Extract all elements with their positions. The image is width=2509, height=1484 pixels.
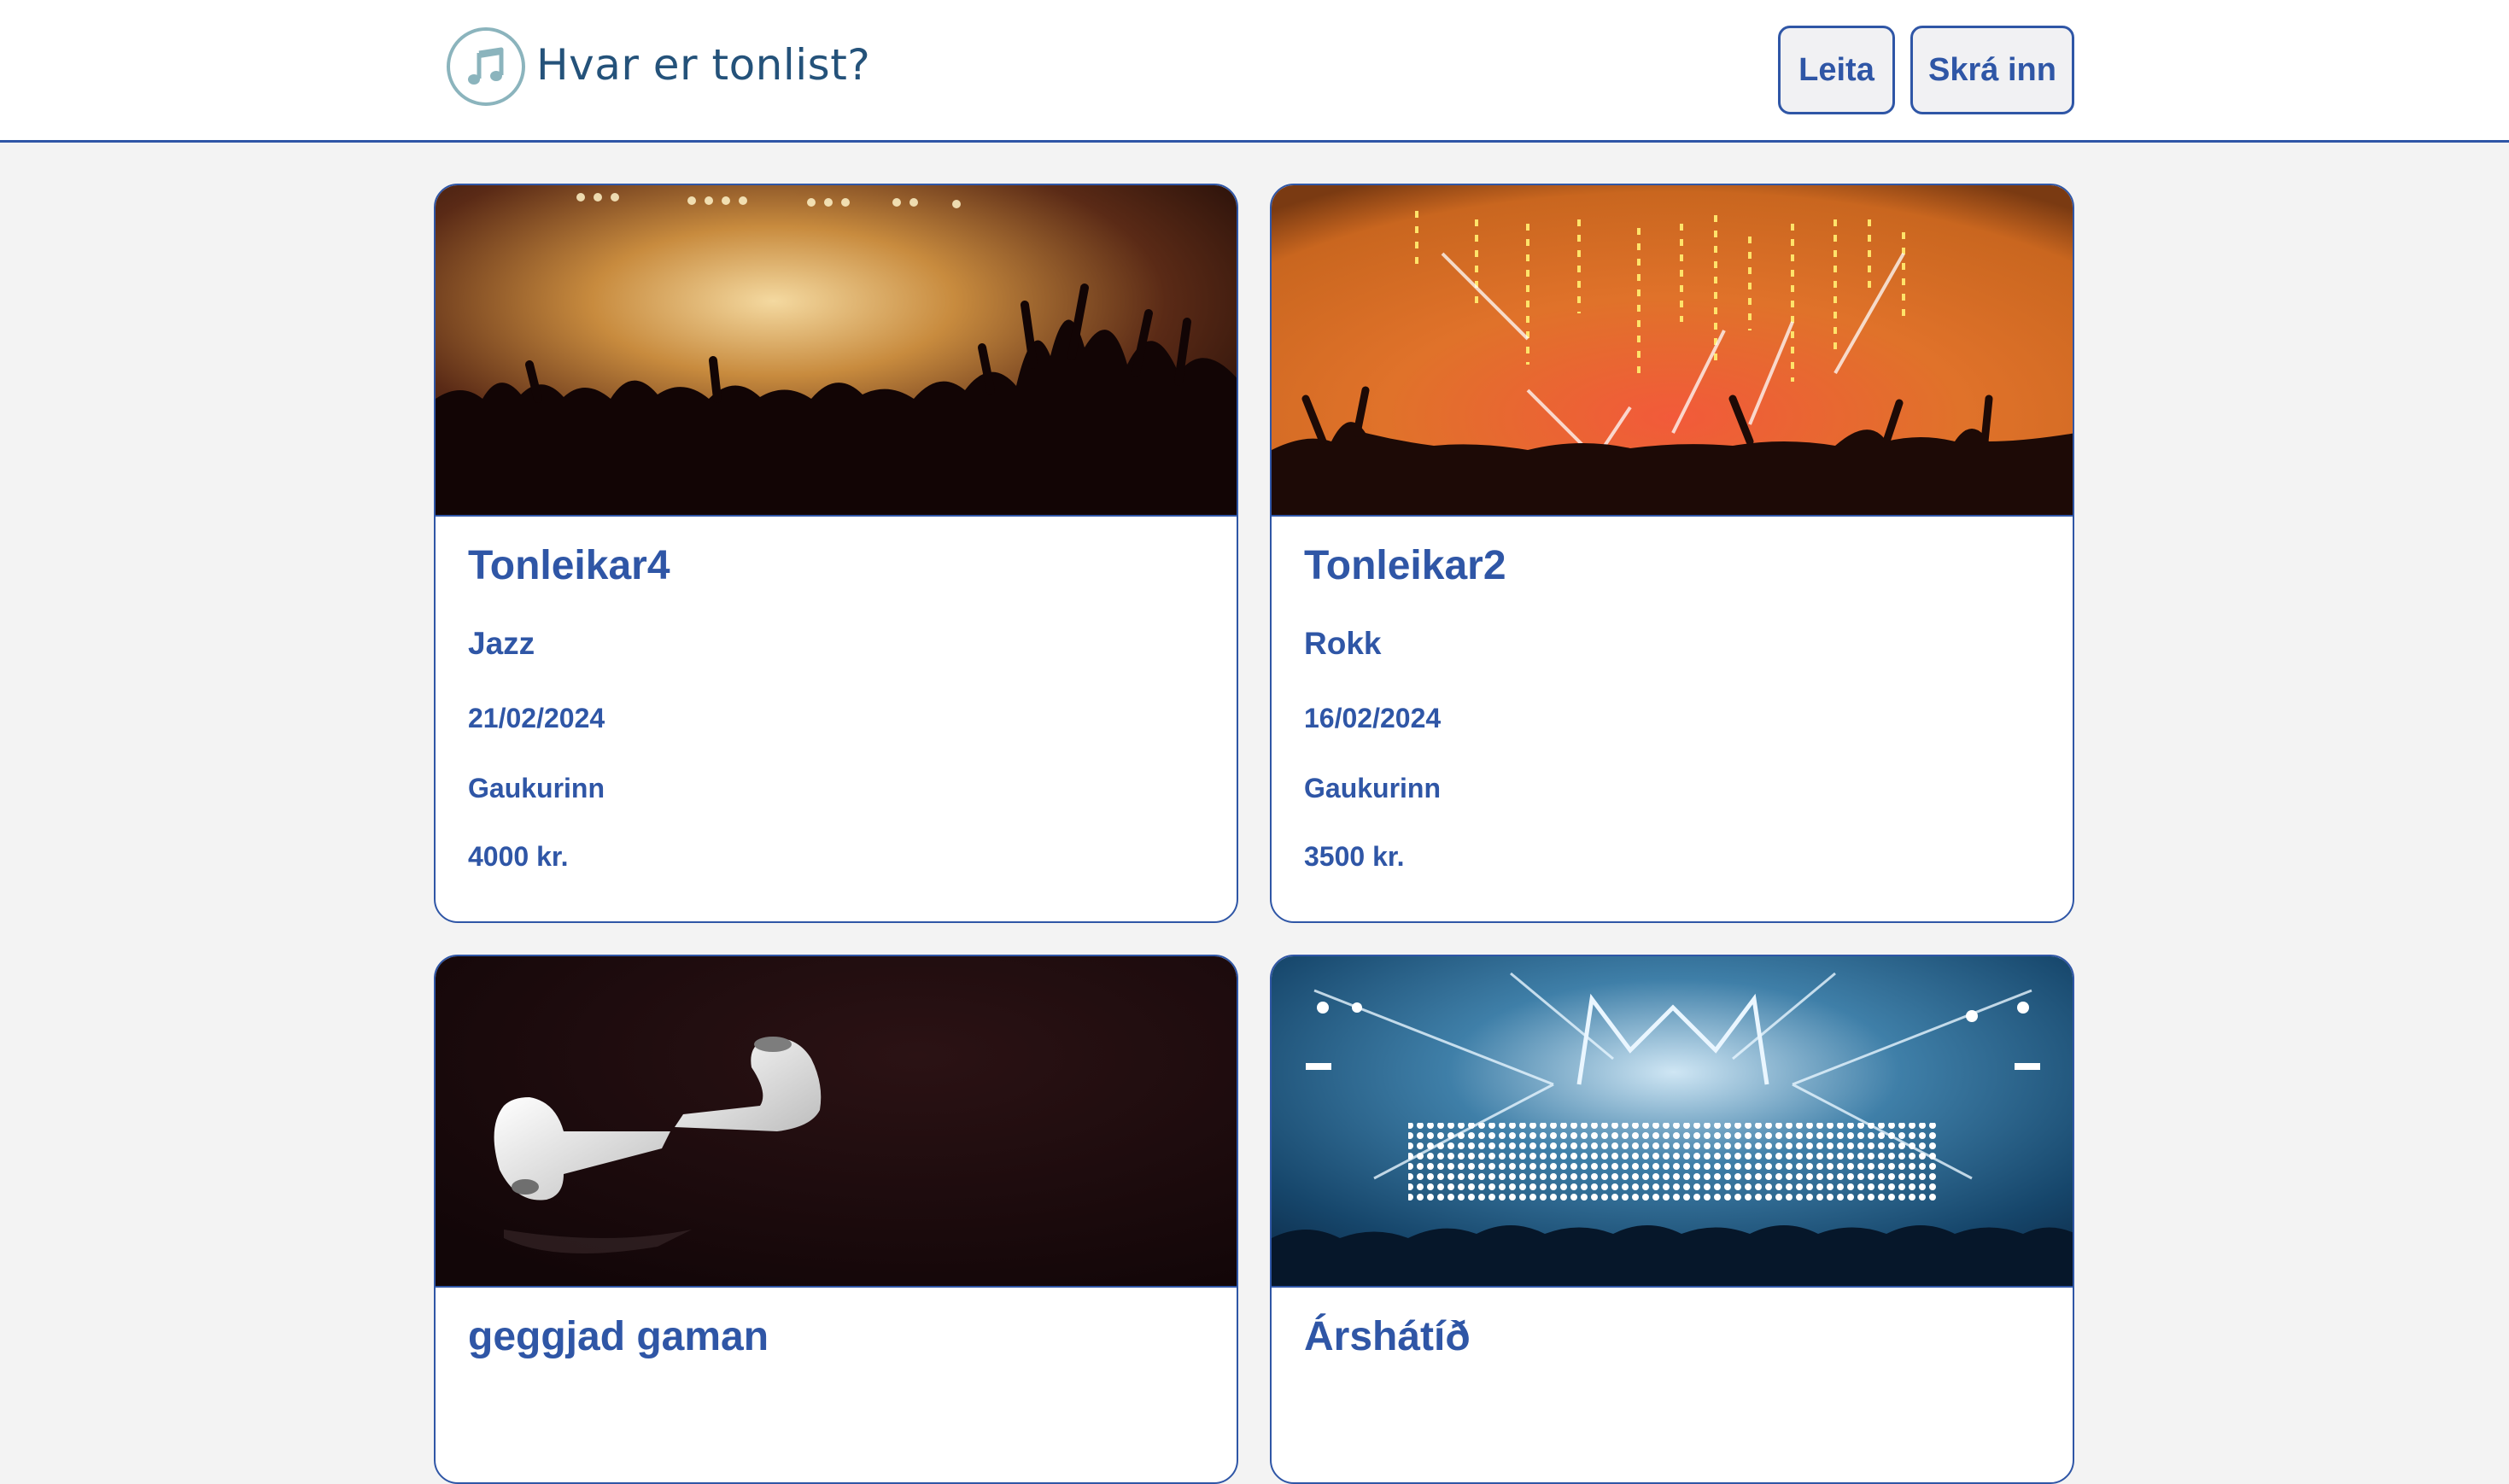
event-image [436,185,1237,517]
search-button[interactable]: Leita [1778,26,1895,114]
event-card[interactable]: Tonleikar4 Jazz 21/02/2024 Gaukurinn 400… [434,184,1238,923]
event-title[interactable]: geggjad gaman [468,1313,769,1360]
event-card[interactable]: Árshátíð [1270,955,2074,1484]
event-title[interactable]: Tonleikar4 [468,542,670,589]
site-title[interactable]: Hvar er tonlist? [536,34,870,96]
event-title[interactable]: Tonleikar2 [1304,542,1506,589]
event-card[interactable]: Tonleikar2 Rokk 16/02/2024 Gaukurinn 350… [1270,184,2074,923]
event-genre: Jazz [468,626,535,661]
event-price: 4000 kr. [468,841,569,872]
music-note-icon[interactable] [447,27,525,106]
event-image [436,956,1237,1288]
event-venue: Gaukurinn [468,773,605,803]
event-venue: Gaukurinn [1304,773,1442,803]
event-genre: Rokk [1304,626,1382,661]
event-image [1272,185,2073,517]
event-price: 3500 kr. [1304,841,1405,872]
login-button[interactable]: Skrá inn [1910,26,2074,114]
event-date: 16/02/2024 [1304,703,1442,733]
event-image [1272,956,2073,1288]
event-card[interactable]: geggjad gaman [434,955,1238,1484]
site-header: Hvar er tonlist? Leita Skrá inn [0,0,2509,143]
event-date: 21/02/2024 [468,703,605,733]
event-title[interactable]: Árshátíð [1304,1313,1471,1360]
